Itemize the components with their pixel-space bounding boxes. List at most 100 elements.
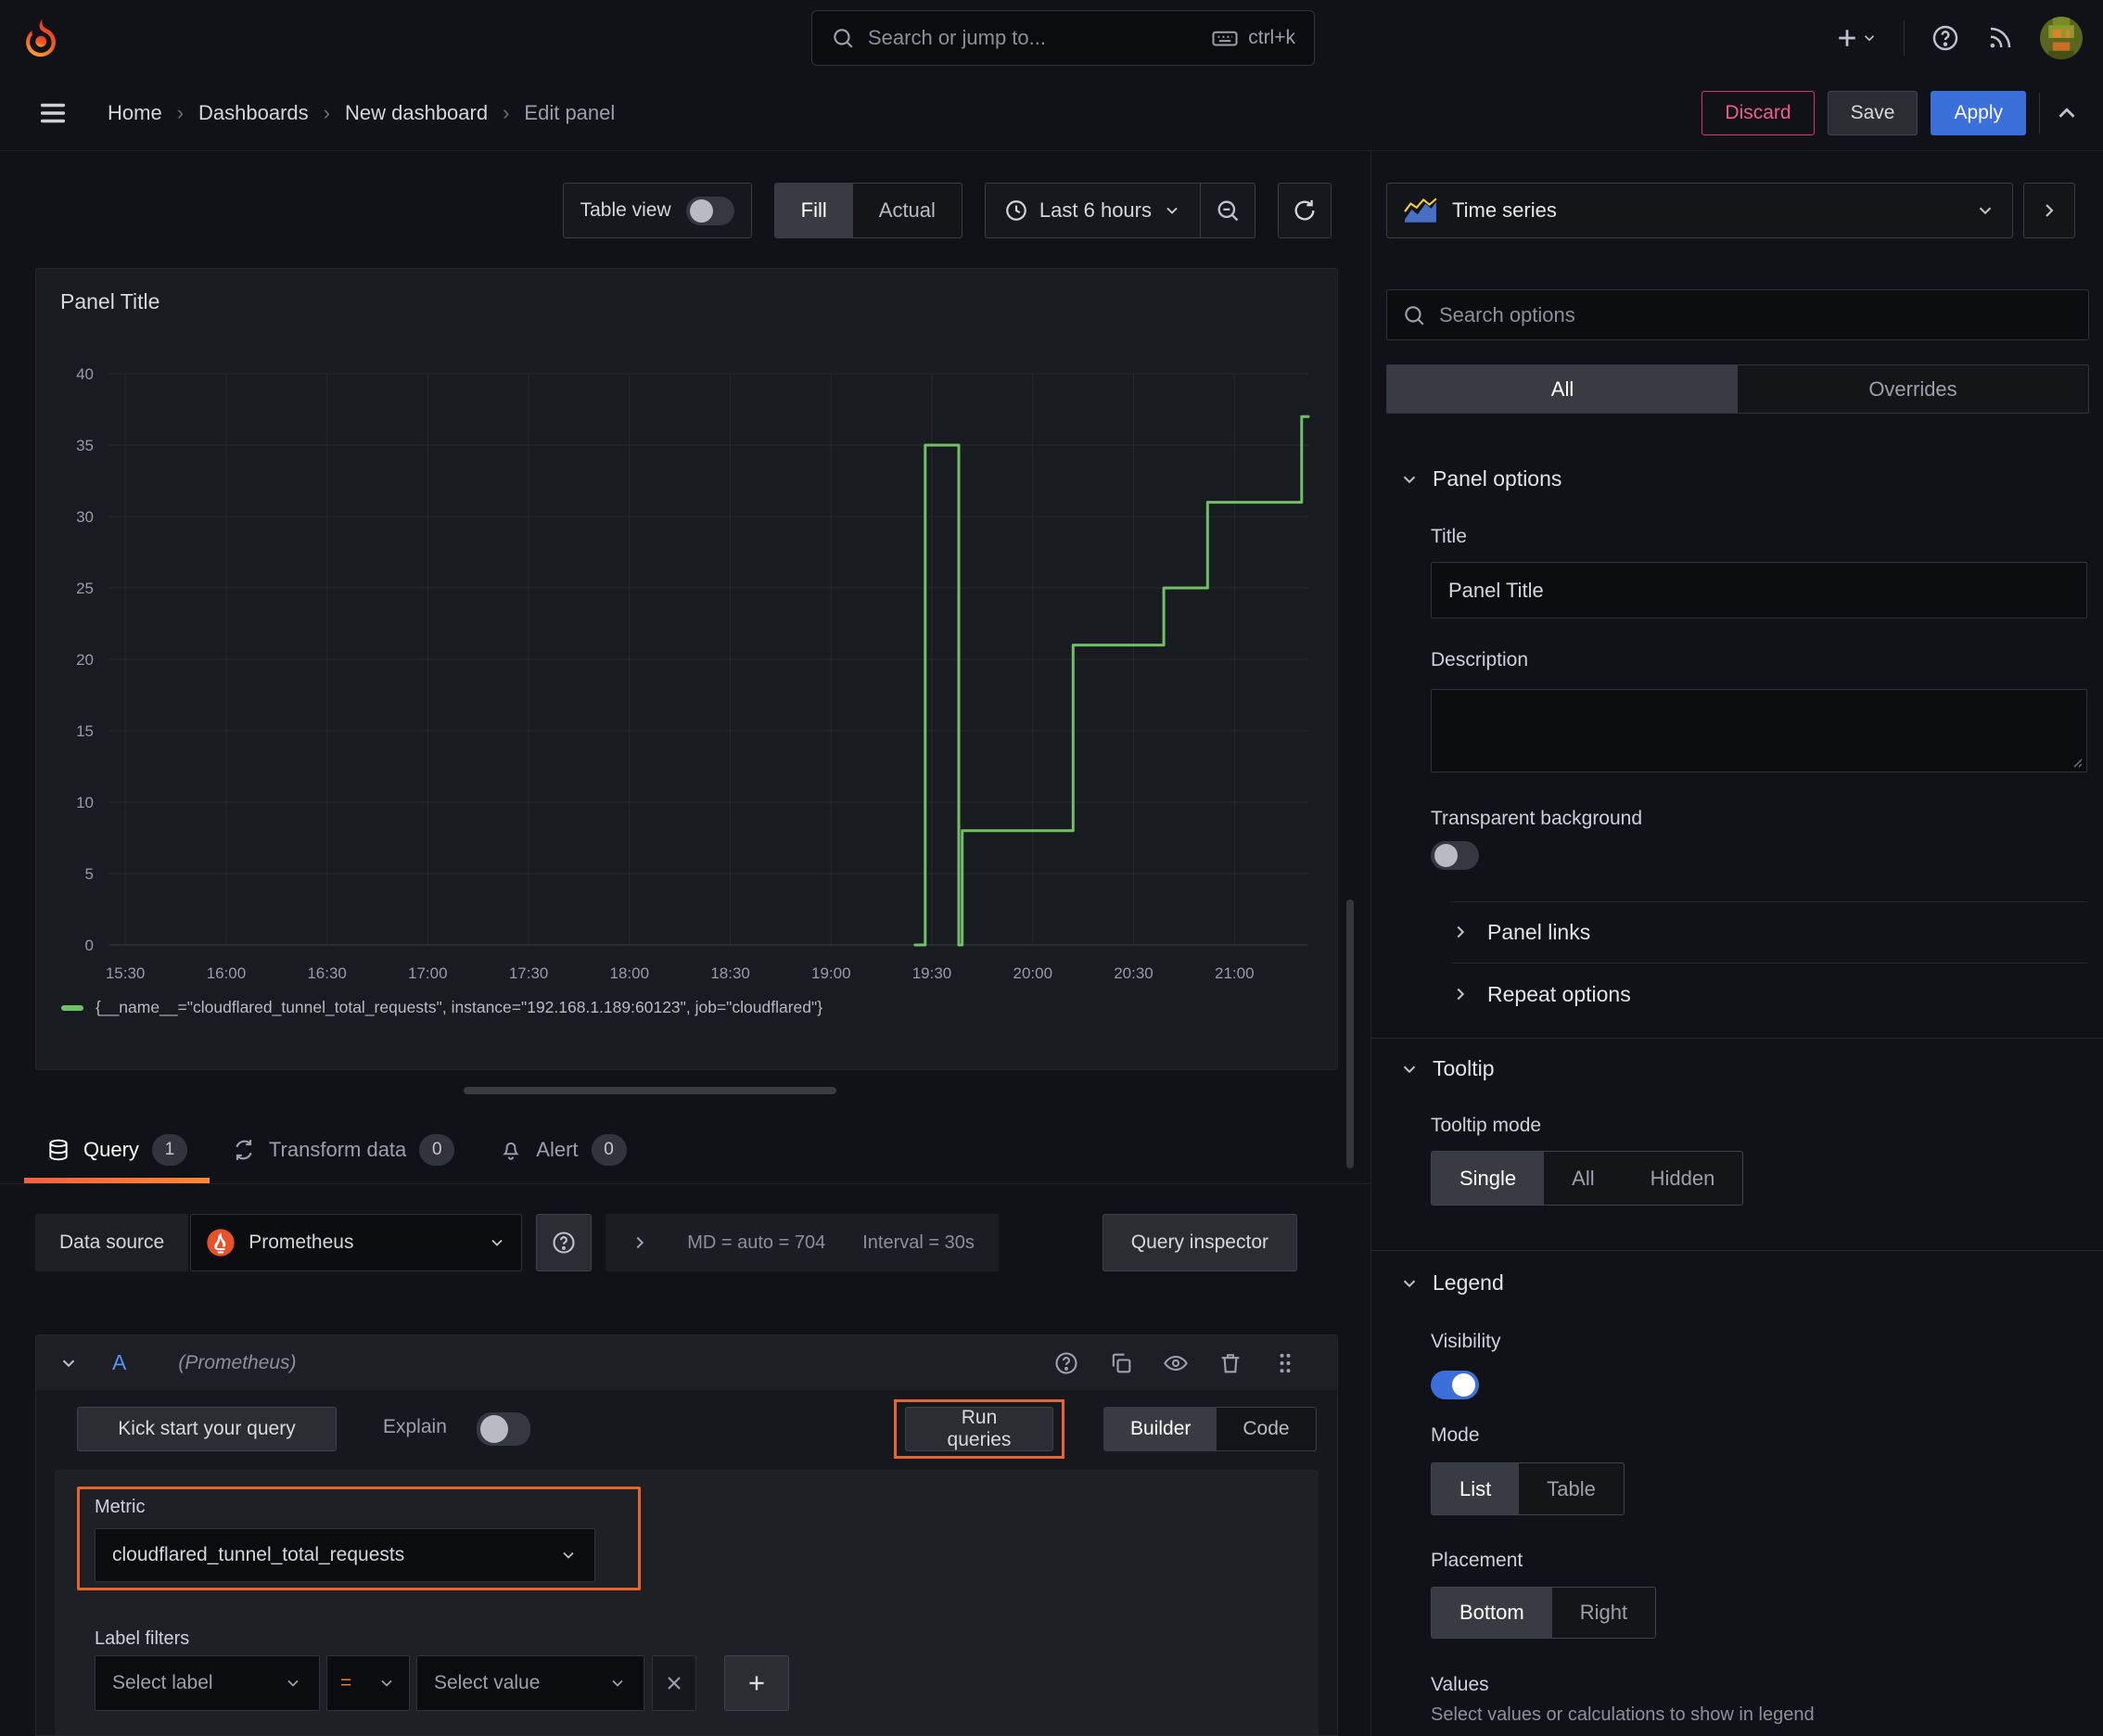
svg-text:15:30: 15:30 <box>106 964 146 982</box>
rss-icon <box>1986 24 2014 52</box>
global-search-input[interactable]: Search or jump to... ctrl+k <box>811 10 1315 66</box>
query-ref-id[interactable]: A <box>112 1350 126 1375</box>
legend-mode-list[interactable]: List <box>1432 1463 1520 1514</box>
tooltip-mode-single[interactable]: Single <box>1432 1152 1545 1205</box>
code-option[interactable]: Code <box>1217 1408 1315 1450</box>
zoom-out-button[interactable] <box>1201 184 1255 237</box>
options-search-input[interactable]: Search options <box>1386 289 2089 340</box>
fill-actual-segmented: Fill Actual <box>773 183 962 238</box>
bell-icon <box>499 1138 523 1162</box>
duplicate-query-icon[interactable] <box>1108 1350 1134 1376</box>
svg-text:10: 10 <box>76 794 94 811</box>
legend-placement-right[interactable]: Right <box>1552 1588 1655 1638</box>
mega-menu-button[interactable] <box>37 97 69 129</box>
tooltip-mode-hidden[interactable]: Hidden <box>1623 1152 1743 1205</box>
viz-suggestions-button[interactable] <box>2023 183 2075 238</box>
svg-text:40: 40 <box>76 365 94 383</box>
chevron-right-icon <box>630 1232 650 1253</box>
collapse-header-button[interactable] <box>2053 99 2081 127</box>
remove-filter-button[interactable] <box>652 1655 696 1711</box>
legend-visibility-toggle[interactable] <box>1431 1371 1479 1399</box>
section-legend[interactable]: Legend <box>1399 1270 1504 1296</box>
delete-query-trash-icon[interactable] <box>1217 1350 1243 1376</box>
topbar-divider <box>1904 20 1905 56</box>
visualization-picker[interactable]: Time series <box>1386 183 2013 238</box>
chevron-down-icon <box>1975 200 1995 221</box>
tab-overrides[interactable]: Overrides <box>1738 365 2088 413</box>
chevron-down-icon[interactable] <box>58 1353 79 1373</box>
section-repeat-options[interactable]: Repeat options <box>1371 974 2103 1015</box>
breadcrumb-home[interactable]: Home <box>108 101 162 125</box>
section-panel-links[interactable]: Panel links <box>1371 912 2103 952</box>
query-options-collapsed[interactable]: MD = auto = 704 Interval = 30s <box>605 1214 999 1271</box>
chevron-down-icon <box>377 1674 396 1692</box>
user-avatar[interactable] <box>2040 17 2083 59</box>
breadcrumb-new-dashboard[interactable]: New dashboard <box>345 101 488 125</box>
operator-dropdown[interactable]: = <box>326 1655 410 1711</box>
datasource-help-button[interactable] <box>536 1214 593 1271</box>
query-builder-editor: Metric cloudflared_tunnel_total_requests… <box>55 1470 1319 1735</box>
legend-series-label[interactable]: {__name__="cloudflared_tunnel_total_requ… <box>96 998 822 1017</box>
builder-option[interactable]: Builder <box>1104 1408 1217 1450</box>
panel-description-textarea[interactable] <box>1431 689 2087 772</box>
help-button[interactable] <box>1931 23 1960 53</box>
legend-placement-bottom[interactable]: Bottom <box>1432 1588 1552 1638</box>
help-circle-icon <box>1931 23 1960 53</box>
news-button[interactable] <box>1986 24 2014 52</box>
split-resize-handle[interactable] <box>464 1087 836 1094</box>
select-label-dropdown[interactable]: Select label <box>95 1655 320 1711</box>
save-button[interactable]: Save <box>1827 91 1918 135</box>
top-nav-bar: Search or jump to... ctrl+k <box>0 0 2103 76</box>
apply-button[interactable]: Apply <box>1931 91 2026 135</box>
table-view-toggle[interactable] <box>685 196 734 225</box>
tab-all[interactable]: All <box>1387 365 1738 413</box>
legend-series-swatch[interactable] <box>61 1004 83 1011</box>
tab-alert[interactable]: Alert 0 <box>477 1116 648 1183</box>
editor-actions: Discard Save Apply <box>1702 91 2081 135</box>
toggle-visibility-eye-icon[interactable] <box>1163 1350 1189 1376</box>
grafana-logo-icon[interactable] <box>20 17 63 59</box>
datasource-picker[interactable]: Prometheus <box>190 1214 523 1271</box>
time-range-picker[interactable]: Last 6 hours <box>986 184 1200 237</box>
legend-visibility-label: Visibility <box>1431 1331 1501 1352</box>
toggle-knob <box>689 198 713 223</box>
run-queries-button[interactable]: Run queries <box>905 1407 1053 1451</box>
section-panel-options[interactable]: Panel options <box>1399 466 1561 491</box>
select-value-dropdown[interactable]: Select value <box>416 1655 644 1711</box>
alert-count-badge: 0 <box>591 1133 627 1166</box>
query-row-header[interactable]: A (Prometheus) <box>36 1335 1337 1390</box>
operator-value: = <box>340 1672 352 1693</box>
drag-handle-icon[interactable] <box>1272 1350 1298 1376</box>
new-menu-button[interactable] <box>1833 24 1878 52</box>
query-help-icon[interactable] <box>1053 1350 1079 1376</box>
discard-button[interactable]: Discard <box>1702 91 1815 135</box>
svg-text:0: 0 <box>85 937 94 954</box>
query-inspector-button[interactable]: Query inspector <box>1102 1214 1297 1271</box>
chevron-down-icon <box>559 1546 578 1564</box>
tab-query[interactable]: Query 1 <box>24 1116 210 1183</box>
actual-option[interactable]: Actual <box>853 184 962 237</box>
svg-text:15: 15 <box>76 722 94 740</box>
metric-select[interactable]: cloudflared_tunnel_total_requests <box>95 1528 595 1582</box>
fill-option[interactable]: Fill <box>774 184 853 237</box>
tooltip-mode-all[interactable]: All <box>1544 1152 1622 1205</box>
add-filter-button[interactable] <box>724 1655 789 1711</box>
breadcrumb-dashboards[interactable]: Dashboards <box>198 101 309 125</box>
breadcrumb-edit-panel: Edit panel <box>524 101 616 124</box>
legend-mode-label: Mode <box>1431 1424 1480 1446</box>
transparent-background-toggle[interactable] <box>1431 841 1479 870</box>
svg-text:30: 30 <box>76 508 94 526</box>
close-icon <box>663 1672 685 1694</box>
refresh-button[interactable] <box>1278 183 1332 238</box>
resize-corner-icon[interactable] <box>2069 754 2084 769</box>
panel-title-input[interactable] <box>1431 562 2087 619</box>
section-tooltip[interactable]: Tooltip <box>1399 1056 1494 1081</box>
max-datapoints-stat: MD = auto = 704 <box>687 1232 826 1253</box>
label-filters-row: Select label = Select value <box>95 1655 789 1711</box>
clock-icon <box>1004 198 1028 223</box>
legend-mode-table[interactable]: Table <box>1519 1463 1624 1514</box>
svg-text:16:30: 16:30 <box>307 964 347 982</box>
kick-start-query-button[interactable]: Kick start your query <box>77 1407 337 1451</box>
tab-transform[interactable]: Transform data 0 <box>210 1116 477 1183</box>
explain-toggle[interactable] <box>477 1412 530 1446</box>
